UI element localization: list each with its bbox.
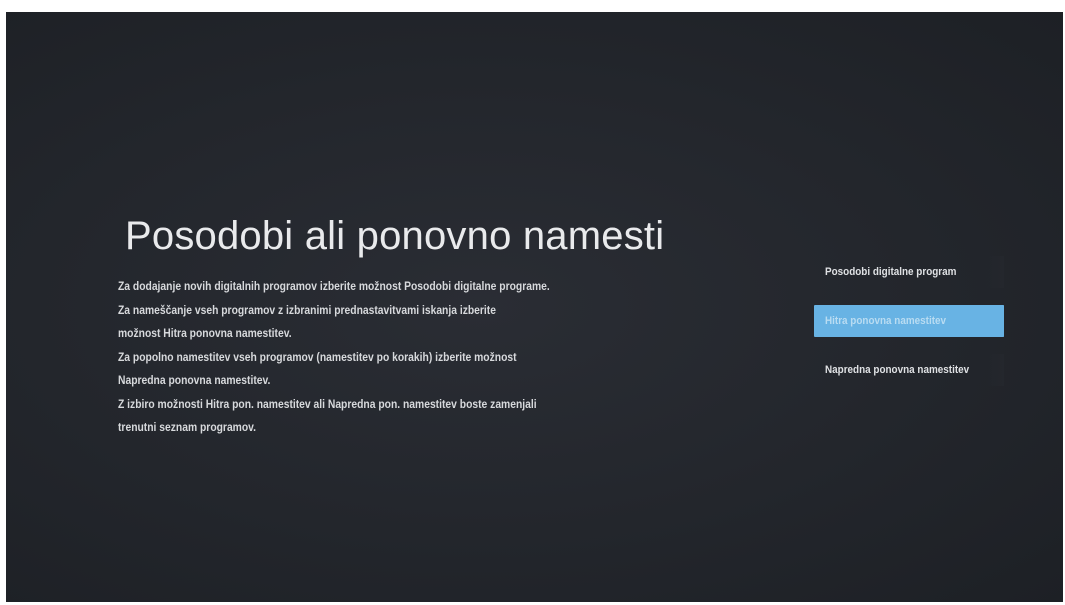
- description-line: Za dodajanje novih digitalnih programov …: [118, 279, 550, 293]
- description-line: možnost Hitra ponovna namestitev.: [118, 326, 292, 340]
- menu-item-label: Napredna ponovna namestitev: [825, 364, 970, 376]
- truncation-fade: [986, 305, 1004, 337]
- menu-item-advanced-reinstall[interactable]: Napredna ponovna namestitev: [814, 354, 1004, 386]
- options-menu: Posodobi digitalne program Hitra ponovna…: [814, 256, 1004, 403]
- description-line: Napredna ponovna namestitev.: [118, 373, 271, 387]
- truncation-fade: [986, 354, 1004, 386]
- truncation-fade: [986, 256, 1004, 288]
- description-line: trenutni seznam programov.: [118, 420, 257, 434]
- menu-item-quick-reinstall[interactable]: Hitra ponovna namestitev: [814, 305, 1004, 337]
- description-line: Za nameščanje vseh programov z izbranimi…: [118, 302, 496, 317]
- description-line: Za popolno namestitev vseh programov (na…: [118, 349, 517, 364]
- tv-screen: Posodobi ali ponovno namesti Za dodajanj…: [6, 12, 1063, 602]
- page-title: Posodobi ali ponovno namesti: [125, 214, 665, 258]
- menu-item-update-digital-programs[interactable]: Posodobi digitalne program: [814, 256, 1004, 288]
- description-line: Z izbiro možnosti Hitra pon. namestitev …: [118, 396, 537, 411]
- menu-item-label: Posodobi digitalne program: [825, 266, 957, 278]
- description: Za dodajanje novih digitalnih programov …: [118, 275, 718, 440]
- menu-item-label: Hitra ponovna namestitev: [825, 315, 947, 327]
